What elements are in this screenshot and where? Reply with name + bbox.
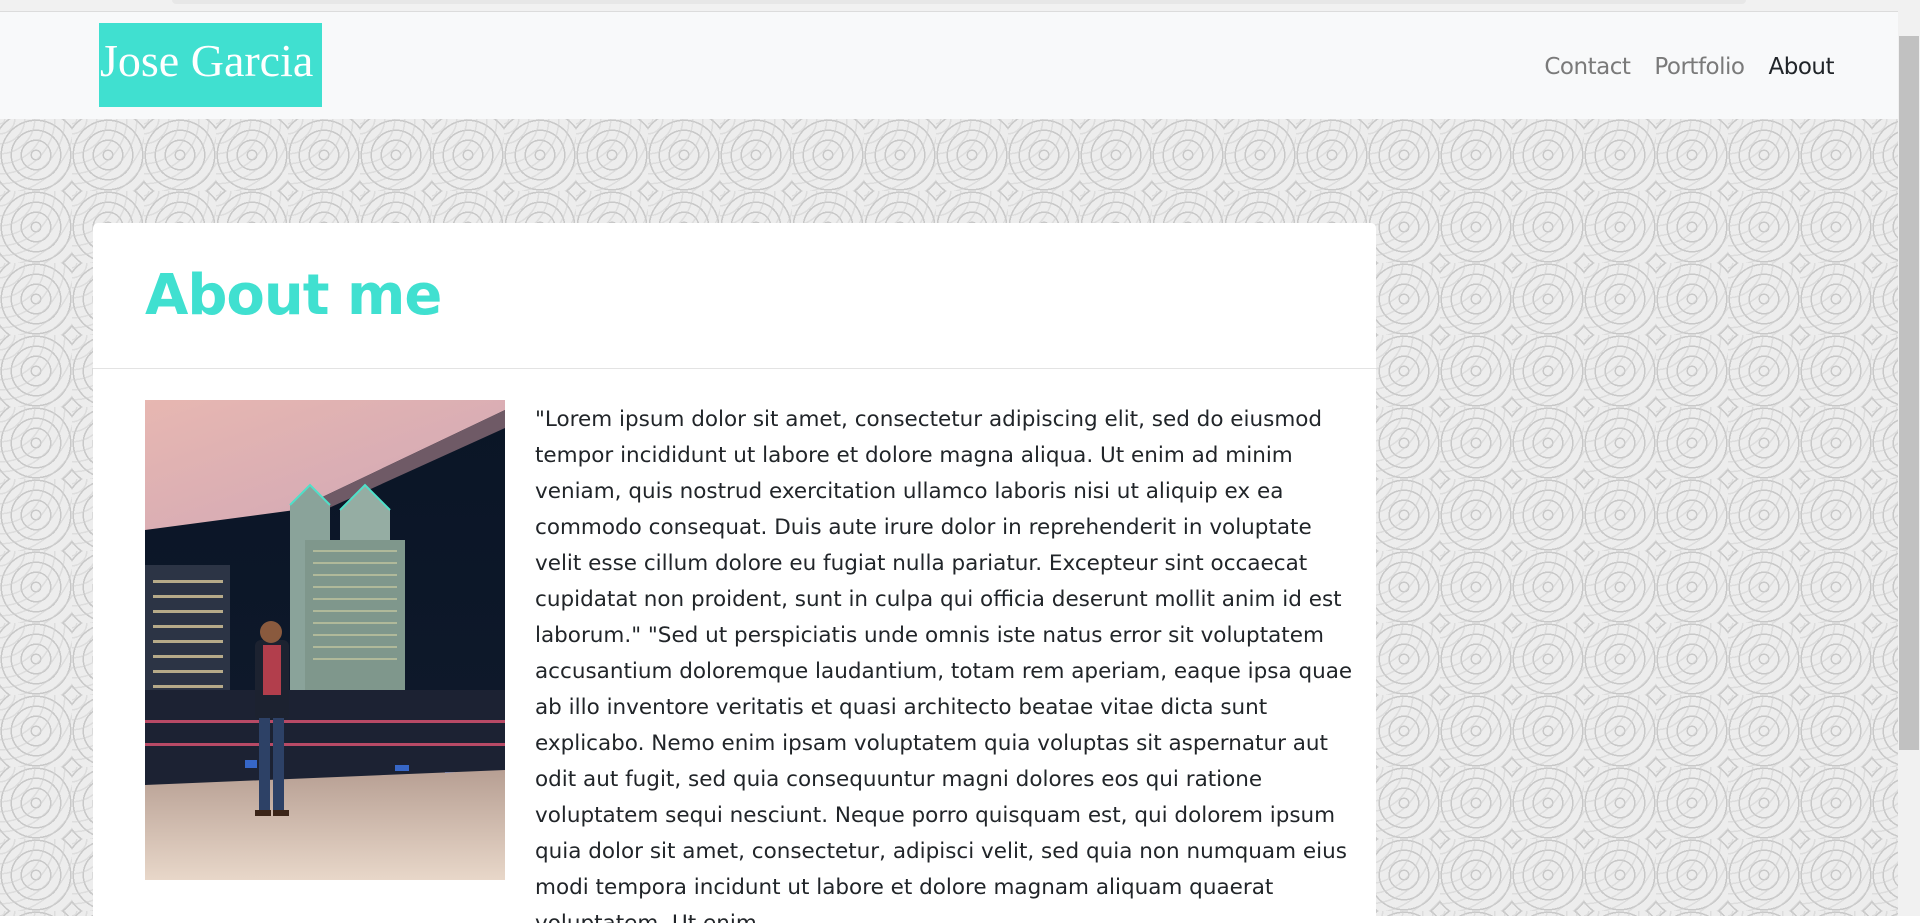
brand-logo[interactable]: Jose Garcia: [99, 23, 322, 107]
navbar: Jose Garcia Contact Portfolio About: [0, 12, 1898, 119]
about-card: About me "Lorem ipsum dolor sit amet, co…: [93, 223, 1376, 923]
scrollbar-thumb[interactable]: [1899, 36, 1919, 750]
about-title: About me: [145, 263, 442, 328]
brand-name: Jose Garcia: [100, 35, 314, 86]
nav-link-portfolio[interactable]: Portfolio: [1654, 52, 1745, 82]
browser-top-strip-inner: [172, 0, 1746, 4]
about-text: "Lorem ipsum dolor sit amet, consectetur…: [535, 407, 1353, 923]
nav-link-about[interactable]: About: [1768, 52, 1834, 82]
nav-link-contact[interactable]: Contact: [1544, 52, 1630, 82]
nav-links: Contact Portfolio About: [1544, 52, 1834, 82]
browser-top-strip: [0, 0, 1898, 12]
profile-photo: [145, 400, 505, 880]
about-card-header: About me: [93, 223, 1376, 369]
profile-photo-illustration: [145, 400, 505, 880]
